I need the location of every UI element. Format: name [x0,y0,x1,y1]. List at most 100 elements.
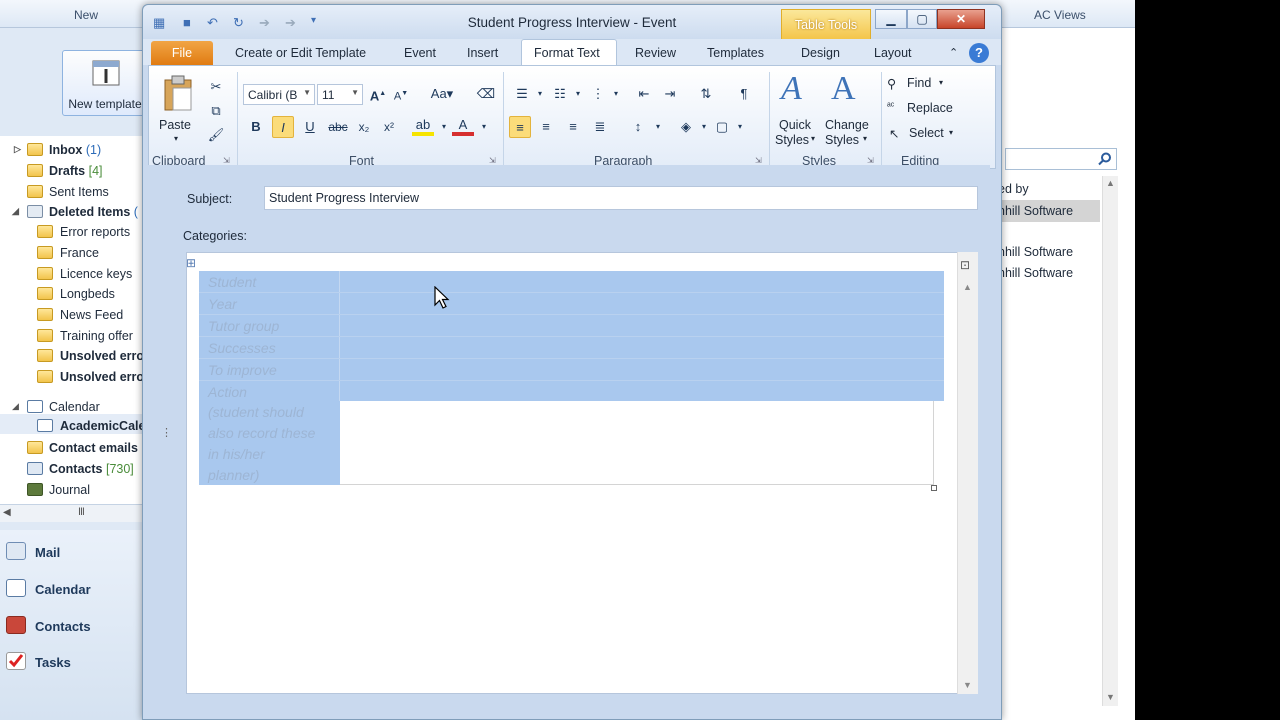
table-cell-action-note[interactable]: (student should [208,404,304,420]
change-styles-button[interactable]: A Change Styles ▾ [823,70,871,150]
folder-contact-emails[interactable]: Contact emails [0,438,142,458]
column-header-created-by[interactable]: ed by [998,182,1029,196]
highlight-color-icon[interactable]: ab [412,114,434,136]
scroll-up-icon[interactable]: ▲ [963,282,972,292]
folder-journal[interactable]: Journal [0,480,142,500]
ruler-toggle-icon[interactable]: ⊡ [960,258,970,272]
tab-review[interactable]: Review [629,41,682,65]
sort-icon[interactable]: ⇅ [695,83,717,105]
underline-button[interactable]: U [299,116,321,138]
line-spacing-dropdown-icon[interactable]: ▾ [647,116,669,138]
tab-file[interactable]: File [151,41,213,65]
table-cell-successes[interactable]: Successes [208,340,276,356]
borders-dropdown-icon[interactable]: ▾ [729,116,751,138]
tab-event[interactable]: Event [398,41,442,65]
numbering-dropdown-icon[interactable]: ▾ [567,83,589,105]
replace-button[interactable]: ᵃᶜ Replace [887,99,967,119]
superscript-button[interactable]: x² [378,116,400,138]
tab-create-or-edit-template[interactable]: Create or Edit Template [229,41,372,65]
decrease-indent-icon[interactable]: ⇤ [633,83,655,105]
nav-mail-button[interactable]: Mail [0,533,142,569]
folder-news-feed[interactable]: News Feed [0,305,142,325]
folder-sent-items[interactable]: Sent Items [0,182,142,202]
select-button[interactable]: ↖ Select ▾ [887,124,967,144]
strikethrough-button[interactable]: abc [325,116,351,138]
show-formatting-marks-icon[interactable]: ¶ [733,83,755,105]
table-move-handle-icon[interactable]: ⊞ [186,256,196,270]
table-cell-to-improve[interactable]: To improve [208,362,277,378]
dropdown-arrow-icon[interactable]: ▼ [351,88,359,97]
maximize-button[interactable]: ▢ [907,9,937,29]
nav-contacts-button[interactable]: Contacts [0,607,142,643]
copy-icon[interactable]: ⧉ [205,100,227,122]
quick-styles-button[interactable]: A Quick Styles ▾ [775,70,819,150]
dropdown-arrow-icon[interactable]: ▼ [303,88,311,97]
clipboard-launcher-icon[interactable]: ⇲ [223,156,230,165]
grow-font-icon[interactable]: A▲ [367,83,389,105]
tab-layout[interactable]: Layout [868,41,918,65]
folder-unsolved-errors-2[interactable]: Unsolved erro [0,367,142,387]
table-cell-student[interactable]: Student [208,274,256,290]
tab-insert[interactable]: Insert [461,41,504,65]
table-resize-handle[interactable] [931,485,937,491]
find-button[interactable]: ⚲ Find ▾ [887,74,957,94]
folder-unsolved-errors-1[interactable]: Unsolved erro [0,346,142,366]
folder-france[interactable]: France [0,243,142,263]
table-cell-action-note[interactable]: planner) [208,467,259,483]
message-list-scrollbar[interactable]: ▲ ▼ [1102,176,1118,706]
font-launcher-icon[interactable]: ⇲ [489,156,496,165]
font-color-icon[interactable]: A [452,114,474,136]
editor-scrollbar[interactable]: ⊡ ▲ ▼ [957,252,978,694]
font-color-dropdown-icon[interactable]: ▾ [473,116,495,138]
table-cell-action-note[interactable]: in his/her [208,446,265,462]
table-cell-action-note[interactable]: also record these [208,425,315,441]
list-item[interactable]: nhill Software [998,245,1073,259]
expand-icon[interactable]: ▷ [14,144,21,155]
bold-button[interactable]: B [245,116,267,138]
folder-pane-scrollbar[interactable]: ◀ Ⅲ [0,504,142,522]
resize-grip-icon[interactable]: ⋮ [161,426,172,439]
styles-launcher-icon[interactable]: ⇲ [867,156,874,165]
minimize-ribbon-icon[interactable]: ⌃ [943,41,964,64]
nav-tasks-button[interactable]: Tasks [0,643,142,679]
collapse-icon[interactable]: ◢ [12,401,19,412]
folder-inbox[interactable]: ▷ Inbox (1) [0,140,142,160]
align-right-button[interactable]: ≡ [562,116,584,138]
collapse-icon[interactable]: ◢ [12,206,19,217]
paragraph-launcher-icon[interactable]: ⇲ [755,156,762,165]
nav-calendar-button[interactable]: Calendar [0,570,142,606]
table-cell-tutor-group[interactable]: Tutor group [208,318,279,334]
folder-deleted-items[interactable]: ◢ Deleted Items ( [0,202,142,222]
increase-indent-icon[interactable]: ⇥ [659,83,681,105]
list-item[interactable]: nhill Software [998,266,1073,280]
line-spacing-icon[interactable]: ↕ [627,116,649,138]
multilevel-dropdown-icon[interactable]: ▾ [605,83,627,105]
cut-icon[interactable]: ✂ [205,76,227,98]
search-input[interactable] [1005,148,1117,170]
new-template-button[interactable]: New template [62,50,148,116]
change-case-icon[interactable]: Aa▾ [427,83,457,105]
table-action-value-cell[interactable] [340,401,934,485]
folder-drafts[interactable]: Drafts [4] [0,161,142,181]
folder-licence-keys[interactable]: Licence keys [0,264,142,284]
tab-design[interactable]: Design [795,41,846,65]
format-painter-icon[interactable]: 🖌 [205,124,227,146]
table-cell-action[interactable]: Action [208,384,247,400]
folder-error-reports[interactable]: Error reports [0,222,142,242]
bullets-dropdown-icon[interactable]: ▾ [529,83,551,105]
shrink-font-icon[interactable]: A▼ [390,83,412,105]
italic-button[interactable]: I [272,116,294,138]
align-center-button[interactable]: ≡ [535,116,557,138]
table-cell-year[interactable]: Year [208,296,237,312]
folder-contacts[interactable]: Contacts [730] [0,459,142,479]
font-name-combo[interactable]: Calibri (B ▼ [243,84,315,105]
folder-training-offer[interactable]: Training offer [0,326,142,346]
tab-format-text[interactable]: Format Text [528,41,606,65]
close-button[interactable]: ✕ [937,9,985,29]
paste-label[interactable]: Paste [159,118,191,132]
scroll-up-icon[interactable]: ▲ [1106,178,1115,188]
subject-input[interactable]: Student Progress Interview [264,186,978,210]
paste-dropdown-icon[interactable]: ▾ [174,134,178,143]
clear-formatting-icon[interactable]: ⌫ [475,83,497,105]
paste-icon[interactable] [161,74,195,112]
